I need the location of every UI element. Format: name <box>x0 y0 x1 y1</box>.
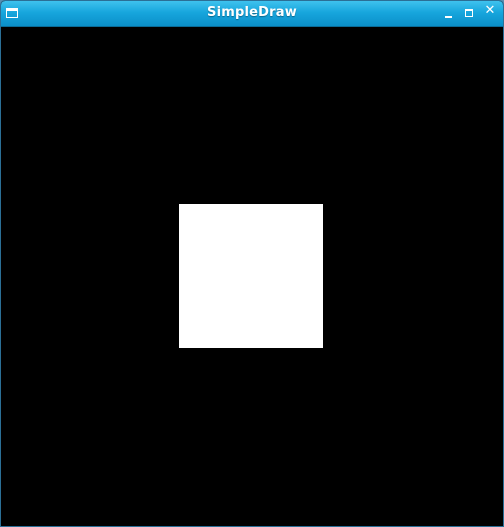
minimize-icon <box>445 16 452 18</box>
window-title: SimpleDraw <box>207 5 297 20</box>
minimize-button[interactable] <box>442 6 456 20</box>
white-square <box>179 204 323 348</box>
drawing-canvas[interactable] <box>1 27 503 526</box>
close-icon: ✕ <box>484 3 496 18</box>
app-window: SimpleDraw ✕ <box>0 0 504 527</box>
maximize-icon <box>465 9 473 17</box>
title-bar[interactable]: SimpleDraw ✕ <box>1 1 503 27</box>
close-button[interactable]: ✕ <box>483 3 497 20</box>
maximize-button[interactable] <box>462 6 476 20</box>
